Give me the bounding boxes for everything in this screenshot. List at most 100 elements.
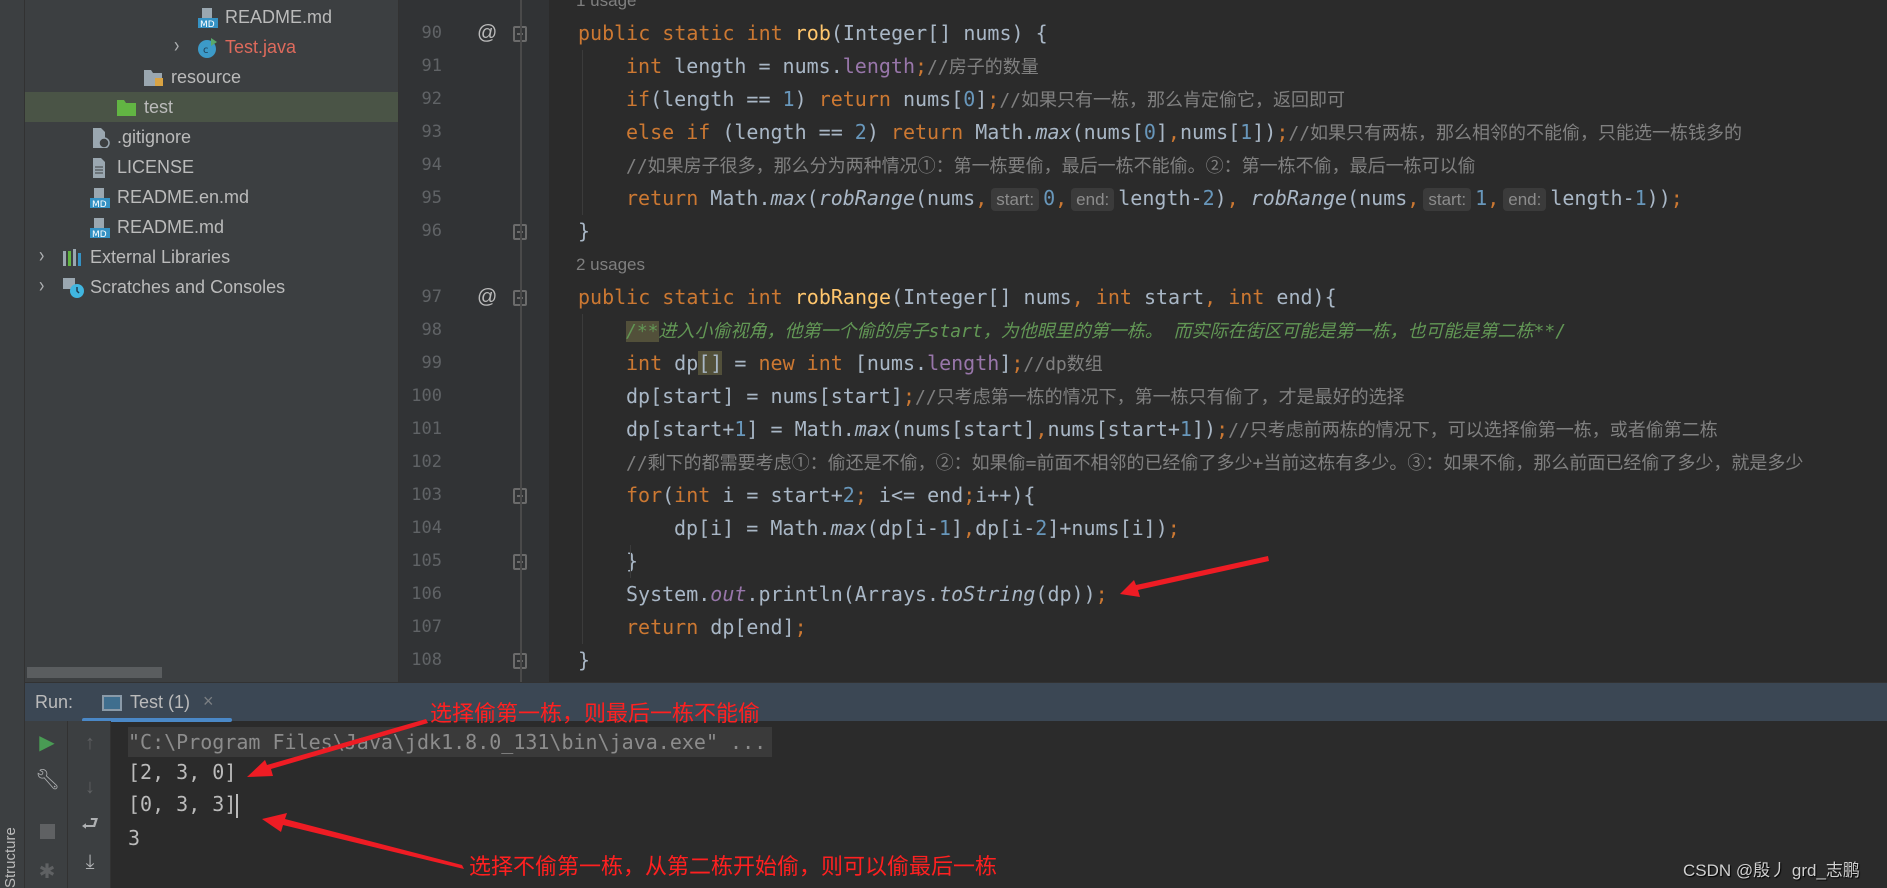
code-line[interactable]: 105} [399,545,1887,578]
code-text: int dp[] = new int [nums.length];//dp数组 [626,347,1103,381]
tree-item[interactable]: resource [25,62,398,92]
line-number: 96 [421,220,442,241]
line-number: 93 [421,121,442,142]
scroll-to-end-icon[interactable]: ⤓ [78,850,102,874]
library-icon [62,247,84,267]
tree-item-label: LICENSE [117,157,195,177]
code-token: System. [626,581,711,606]
code-line[interactable]: 101 dp[start+1] = Math.max(nums[start],nu… [399,413,1887,446]
code-token: length- [1550,185,1635,210]
code-token: (length == [722,119,855,144]
structure-tool-tab[interactable]: Structure [2,827,19,888]
code-line[interactable]: 108} [399,644,1887,677]
tree-item[interactable]: MD README.en.md [25,182,398,212]
code-text: dp[start] = nums[start];//只考虑第一栋的情况下，第一栋… [626,380,1405,414]
code-token: ] = Math. [746,416,855,441]
code-line[interactable]: 94 //如果房子很多，那么分为两种情况①：第一栋要偷，最后一栋不能偷。②：第一栋… [399,149,1887,182]
tree-item[interactable]: .gitignore [25,122,398,152]
code-token: start [1143,284,1205,309]
chevron-right-icon[interactable]: › [174,28,188,67]
override-marker-icon[interactable]: @ [477,281,497,314]
code-line[interactable]: 102 //剩下的都需要考虑①：偷还是不偷，②：如果偷=前面不相邻的已经偷了多少+… [399,446,1887,479]
tree-item[interactable]: › External Libraries [25,242,398,272]
usage-count[interactable]: 2 usages [576,248,645,281]
code-token: 0 [963,86,976,111]
code-line[interactable]: 91 int length = nums.length;//房子的数量 [399,50,1887,83]
code-line[interactable]: 92 if(length == 1) return nums[0];//如果只有一… [399,83,1887,116]
soft-wrap-icon[interactable]: ⮐ [78,812,102,836]
code-line[interactable]: 106 System.out.println(Arrays.toString(dp… [399,578,1887,611]
code-token: int [674,482,723,507]
annotation-first: 选择偷第一栋，则最后一栋不能偷 [430,701,761,726]
console-tab-icon [102,695,122,711]
code-token: (dp[i- [866,515,939,540]
line-number: 105 [411,550,442,571]
tab-test-run[interactable]: Test (1) × [82,683,232,722]
line-number: 98 [421,319,442,340]
code-token: ; [902,383,915,408]
tree-item[interactable]: test [25,92,398,122]
code-token: , int [1071,284,1144,309]
code-token: 2 [842,482,855,507]
code-token: ; [1216,416,1229,441]
tree-item[interactable]: MD README.md [25,2,398,32]
code-comment: //如果只有两栋，那么相邻的不能偷，只能选一栋钱多的 [1288,122,1743,144]
tree-item[interactable]: MD README.md [25,212,398,242]
project-tree-scrollbar[interactable] [27,667,162,678]
code-token: return [890,119,976,144]
console-output[interactable]: "C:\Program Files\Java\jdk1.8.0_131\bin\… [111,721,1887,888]
stop-icon[interactable] [35,820,59,844]
code-token: (nums[start] [890,416,1036,441]
code-line[interactable]: 96} [399,215,1887,248]
code-line[interactable]: 90 @ public static int rob(Integer[] nums)… [399,17,1887,50]
code-text: for(int i = start+2; i<= end;i++){ [626,479,1035,512]
code-token: robRange [1250,185,1348,210]
code-line[interactable]: 103 for(int i = start+2; i<= end;i++){ [399,479,1887,512]
chevron-right-icon[interactable]: › [39,268,53,307]
usage-hint[interactable]: 1 usage [399,0,1887,17]
tree-item[interactable]: LICENSE [25,152,398,182]
code-editor[interactable]: 1 usage 90 @ public static int rob(Integer[… [399,0,1887,682]
code-line[interactable]: 100 dp[start] = nums[start];//只考虑第一栋的情况下，… [399,380,1887,413]
up-arrow-icon[interactable]: ↑ [78,731,102,755]
code-line[interactable]: 97 @ public static int robRange(Integer[] … [399,281,1887,314]
tree-item[interactable]: › Scratches and Consoles [25,272,398,302]
code-token: rob [794,20,831,45]
code-line[interactable]: 107 return dp[end]; [399,611,1887,644]
text-caret [236,793,239,818]
code-token: (nums[ [1071,119,1144,144]
usage-count[interactable]: 1 usage [576,0,637,17]
code-token: 1 [734,416,747,441]
code-token: i++){ [975,482,1036,507]
code-token: 2 [1202,185,1215,210]
run-tool-window-header: Run: Test (1) × [25,682,1887,722]
code-token: max [770,185,807,210]
code-token: (Integer[] nums) { [830,20,1048,45]
code-token: ( [806,185,819,210]
code-line[interactable]: 95 return Math.max(robRange(nums, start: 0,… [399,182,1887,215]
code-line[interactable]: 93 else if (length == 2) return Math.max(… [399,116,1887,149]
usage-hint[interactable]: 2 usages [399,248,1887,281]
code-token: nums[ [902,86,964,111]
code-token: , int [1204,284,1277,309]
debug-icon[interactable]: ✱ [35,860,59,884]
code-token: max [854,416,891,441]
tree-item[interactable]: › c Test.java [25,32,398,62]
code-token: return [818,86,903,111]
code-line[interactable]: 104 dp[i] = Math.max(dp[i-1],dp[i-2]+nums… [399,512,1887,545]
code-token: length- [1118,185,1203,210]
console-toolbar: ↑ ↓ ⮐ ⤓ [68,721,111,888]
code-line[interactable]: 99 int dp[] = new int [nums.length];//dp数… [399,347,1887,380]
down-arrow-icon[interactable]: ↓ [78,775,102,799]
left-tool-strip [0,0,25,888]
override-marker-icon[interactable]: @ [477,17,497,50]
close-tab-icon[interactable]: × [203,691,214,712]
wrench-icon[interactable]: 🔧︎ [35,768,60,792]
code-token: (nums [915,185,976,210]
run-icon[interactable]: ▶ [35,731,59,755]
code-token: robRange [818,185,916,210]
code-token: for [626,482,663,507]
code-token: 1 [938,515,951,540]
code-token: = [722,350,759,375]
code-line[interactable]: 98 /**进入小偷视角，他第一个偷的房子start，为他眼里的第一栋。 而实际在… [399,314,1887,347]
